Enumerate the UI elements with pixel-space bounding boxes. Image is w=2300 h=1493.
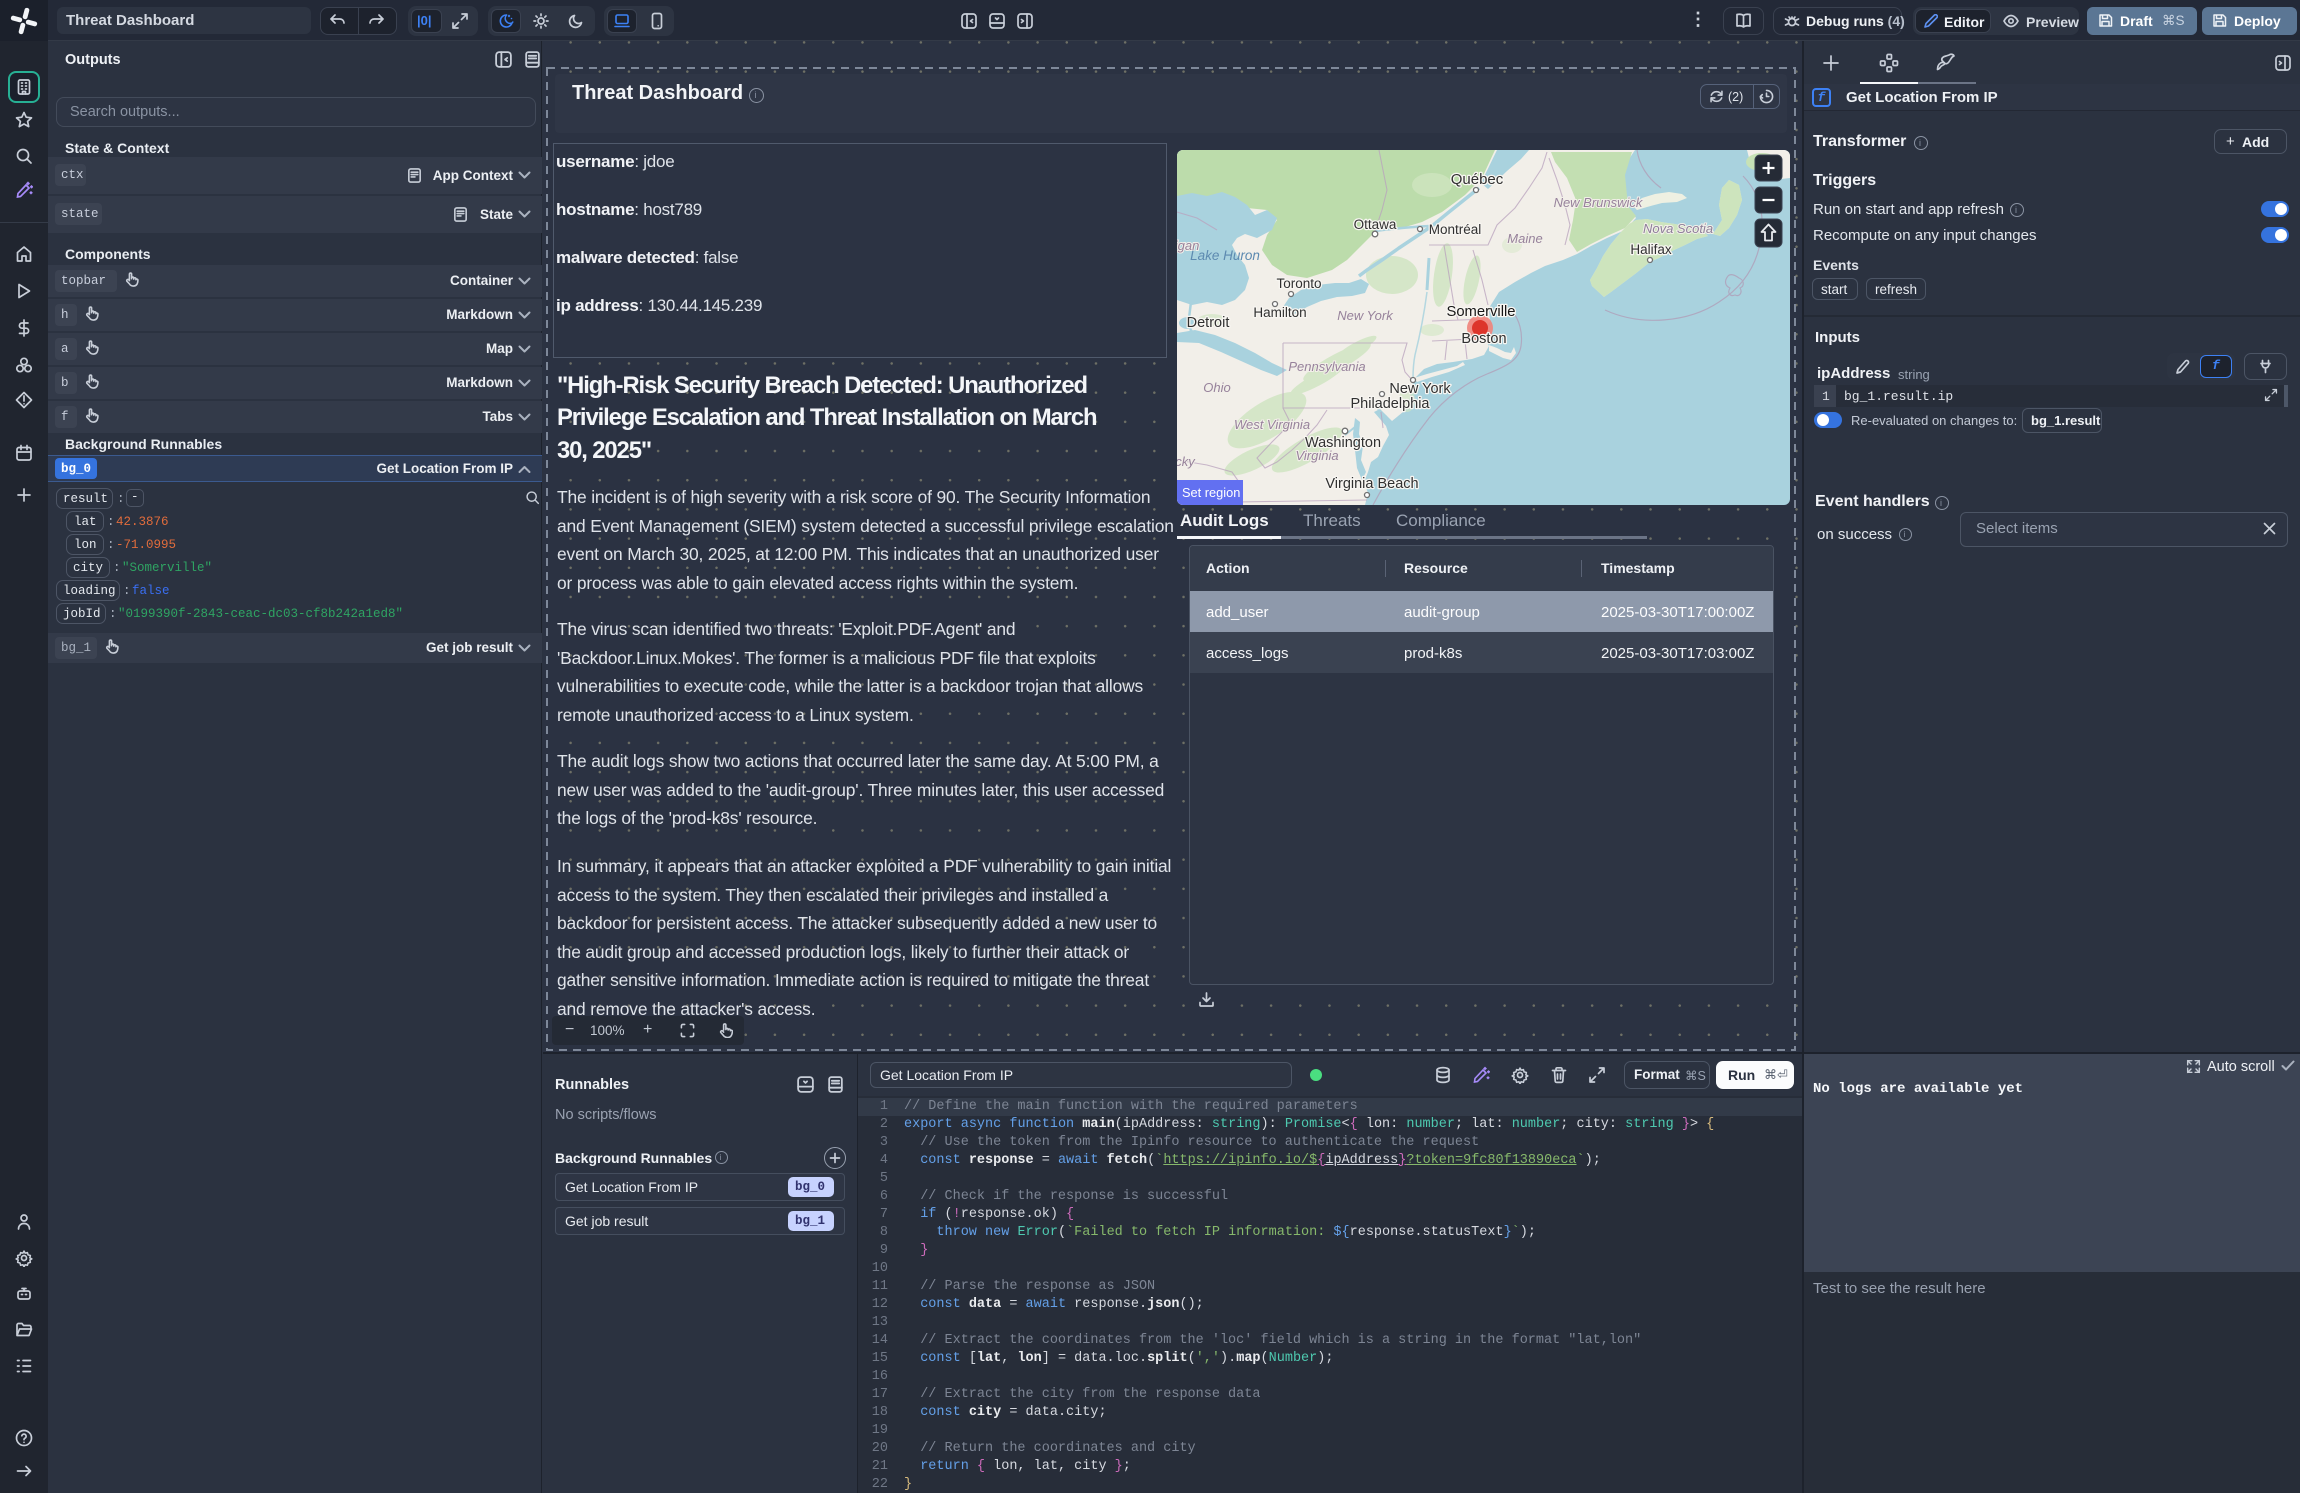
svg-text:New York: New York [1389, 381, 1451, 397]
svg-text:New Brunswick: New Brunswick [1554, 195, 1644, 210]
svg-text:Nova Scotia: Nova Scotia [1643, 221, 1713, 236]
svg-text:Boston: Boston [1461, 331, 1506, 347]
svg-text:Set region: Set region [1182, 485, 1240, 500]
svg-text:cky: cky [1177, 454, 1196, 469]
svg-text:Halifax: Halifax [1630, 242, 1672, 257]
svg-text:Detroit: Detroit [1187, 315, 1230, 331]
svg-text:Hamilton: Hamilton [1253, 305, 1306, 320]
svg-text:Toronto: Toronto [1276, 276, 1321, 291]
svg-text:Lake Huron: Lake Huron [1190, 248, 1260, 263]
svg-text:Ohio: Ohio [1203, 380, 1230, 395]
svg-text:Québec: Québec [1451, 171, 1504, 188]
svg-text:Ottawa: Ottawa [1354, 217, 1397, 232]
svg-text:Somerville: Somerville [1446, 304, 1515, 320]
svg-text:New York: New York [1337, 308, 1394, 323]
svg-text:Pennsylvania: Pennsylvania [1288, 359, 1365, 374]
svg-text:Montréal: Montréal [1429, 222, 1482, 237]
svg-text:Virginia: Virginia [1295, 448, 1338, 463]
svg-text:Philadelphia: Philadelphia [1350, 396, 1430, 412]
svg-text:Virginia Beach: Virginia Beach [1325, 476, 1418, 492]
svg-text:Maine: Maine [1507, 231, 1542, 246]
svg-text:West Virginia: West Virginia [1234, 417, 1310, 432]
